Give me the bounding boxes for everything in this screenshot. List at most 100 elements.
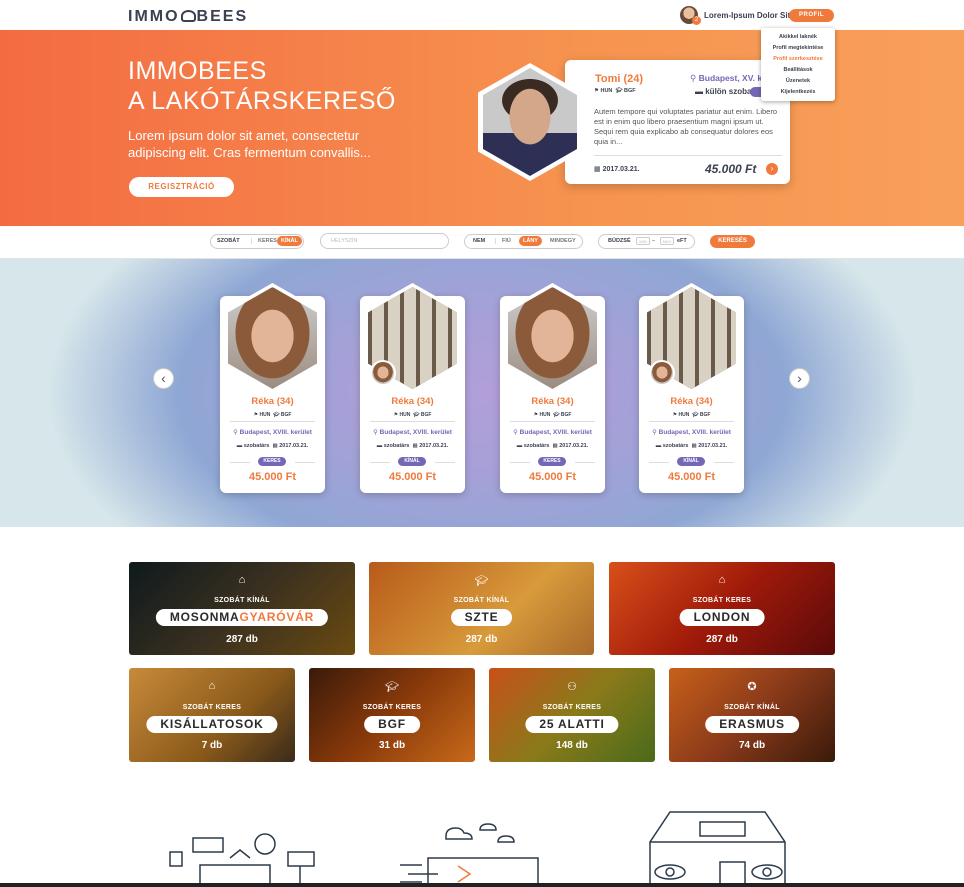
graduation-cap-icon: 🎓︎	[273, 412, 280, 418]
calendar-icon: ▦	[691, 443, 697, 449]
gender-option-lany[interactable]: LÁNY	[519, 236, 542, 246]
featured-location-text: Budapest, XV. ker	[698, 73, 771, 83]
location-pin-icon: ⚲	[690, 73, 697, 83]
carousel-next-button[interactable]: ›	[789, 368, 810, 389]
hero-description: Lorem ipsum dolor sit amet, consectetur …	[128, 128, 371, 160]
calendar-icon: ▦	[412, 443, 418, 449]
house-illustration	[649, 811, 786, 887]
divider	[370, 462, 390, 463]
listing-location: ⚲ Budapest, XVIII. kerület	[639, 428, 744, 436]
listing-school: BGF	[420, 412, 432, 418]
featured-profile-description: Autem tempore qui voluptates pariatur au…	[594, 107, 778, 146]
menu-item-kijelentkezes[interactable]: Kijelentkezés	[761, 87, 835, 98]
divider	[575, 462, 595, 463]
listing-name: Réka (34)	[670, 396, 713, 407]
menu-item-akikkel-laknek[interactable]: Akikkel laknék	[761, 32, 835, 43]
listing-date: 2017.03.21.	[559, 443, 589, 449]
divider	[230, 421, 315, 422]
category-label: SZOBÁT KERES	[182, 704, 242, 711]
listing-status-tag: KÍNÁL	[398, 457, 426, 466]
category-tile[interactable]: ⌂ SZOBÁT KÍNÁL MOSONMAGYARÓVÁR 287 db	[129, 562, 355, 655]
divider	[370, 421, 455, 422]
moving-truck-illustration	[400, 823, 539, 887]
budget-label: BÜDZSÉ	[608, 238, 631, 244]
category-tile[interactable]: 🎓︎ SZOBÁT KÍNÁL SZTE 287 db	[369, 562, 594, 655]
flag-icon: ⚑	[594, 88, 599, 94]
register-button[interactable]: REGISZTRÁCIÓ	[129, 177, 234, 197]
furniture-illustration	[169, 833, 315, 887]
listing-name: Réka (34)	[531, 396, 574, 407]
bed-icon: ▬	[516, 443, 523, 449]
category-label: SZOBÁT KÍNÁL	[453, 597, 510, 604]
menu-item-beallitasok[interactable]: Beállítások	[761, 65, 835, 76]
flag-icon: ⚑	[393, 412, 399, 418]
flag-icon: ⚑	[533, 412, 539, 418]
featured-room-type-text: külön szoba	[705, 87, 752, 96]
listing-location: ⚲ Budapest, XVIII. kerület	[220, 428, 325, 436]
category-label: SZOBÁT KÍNÁL	[724, 704, 780, 711]
divider	[594, 155, 782, 156]
bed-icon: ▬	[655, 443, 662, 449]
listing-location: ⚲ Budapest, XVIII. kerület	[500, 428, 605, 436]
listing-meta: ▬ szobatárs ▦ 2017.03.21.	[500, 443, 605, 449]
search-button[interactable]: KERESÉS	[710, 235, 755, 248]
category-name-text: SZTE	[464, 610, 499, 624]
category-tile[interactable]: 🎓︎ SZOBÁT KERES BGF 31 db	[309, 668, 475, 762]
logo-house-icon	[180, 10, 196, 22]
listing-name: Réka (34)	[251, 396, 294, 407]
listing-location: ⚲ Budapest, XVIII. kerület	[360, 428, 465, 436]
listing-name: Réka (34)	[391, 396, 434, 407]
listing-location-text: Budapest, XVIII. kerület	[519, 429, 592, 436]
building-icon: ⌂	[208, 680, 216, 692]
chevron-right-icon[interactable]: ›	[766, 163, 778, 175]
divider	[649, 421, 734, 422]
listing-tags: ⚑ HUN 🎓︎ BGF	[500, 412, 605, 418]
listing-tags: ⚑ HUN 🎓︎ BGF	[639, 412, 744, 418]
hero-title-line2: A LAKÓTÁRSKERESŐ	[128, 87, 396, 115]
menu-item-profil-szerkesztese[interactable]: Profil szerkesztése	[761, 54, 835, 65]
bed-icon: ▬	[376, 443, 383, 449]
user-name[interactable]: Lorem-Ipsum Dolor Sit	[704, 11, 790, 20]
gender-option-mindegy[interactable]: MINDEGY	[550, 238, 576, 244]
category-name-part1: MOSONMA	[169, 610, 240, 624]
listing-location-text: Budapest, XVIII. kerület	[239, 429, 312, 436]
location-input[interactable]: HELYSZÍN	[320, 233, 449, 249]
gender-label: NEM	[473, 238, 486, 244]
flag-icon: ⚑	[672, 412, 678, 418]
profile-button[interactable]: PROFIL	[789, 9, 834, 22]
graduation-cap-icon: 🎓︎	[615, 88, 623, 94]
logo-text-left: IMMO	[128, 8, 180, 25]
bed-icon: ▬	[236, 443, 243, 449]
hero-title-line1: IMMOBEES	[128, 57, 267, 85]
listing-tags: ⚑ HUN 🎓︎ BGF	[360, 412, 465, 418]
listing-date: 2017.03.21.	[698, 443, 728, 449]
listing-status-tag: KERES	[538, 457, 566, 466]
calendar-icon: ▦	[594, 166, 601, 173]
logo-text-right: BEES	[196, 8, 249, 25]
category-count: 287 db	[226, 634, 258, 645]
horizontal-scrollbar[interactable]	[0, 883, 964, 887]
gender-option-fiu[interactable]: FIÚ	[495, 238, 511, 244]
menu-item-profil-megtekintese[interactable]: Profil megtekintése	[761, 43, 835, 54]
category-tile[interactable]: ⌂ SZOBÁT KERES LONDON 287 db	[609, 562, 835, 655]
menu-item-uzenetek[interactable]: Üzenetek	[761, 76, 835, 87]
carousel-prev-button[interactable]: ‹	[153, 368, 174, 389]
listing-price: 45.000 Ft	[388, 471, 437, 483]
building-icon: ⌂	[718, 574, 726, 586]
featured-room-type: ▬ külön szoba	[695, 87, 751, 96]
category-tile[interactable]: ⌂ SZOBÁT KERES KISÁLLATOSOK 7 db	[129, 668, 295, 762]
category-tile[interactable]: ⚇ SZOBÁT KERES 25 ALATTI 148 db	[489, 668, 655, 762]
mode-option-kinal[interactable]: KÍNÁL	[277, 236, 302, 246]
mode-option-keres[interactable]: KERES	[251, 238, 277, 244]
location-pin-icon: ⚲	[513, 429, 518, 436]
gender-toggle: NEM FIÚ LÁNY MINDEGY	[464, 234, 583, 249]
category-tile[interactable]: ✪ SZOBÁT KÍNÁL ERASMUS 74 db	[669, 668, 835, 762]
logo[interactable]: IMMO BEES	[128, 8, 248, 26]
budget-min-input[interactable]: MIN	[636, 237, 650, 245]
featured-nationality: HUN	[600, 88, 613, 94]
category-count: 287 db	[706, 634, 738, 645]
listing-type: szobatárs	[662, 443, 689, 449]
category-name: LONDON	[679, 609, 765, 626]
featured-profile-name: Tomi (24)	[595, 73, 644, 85]
budget-max-input[interactable]: MAX	[660, 237, 674, 245]
